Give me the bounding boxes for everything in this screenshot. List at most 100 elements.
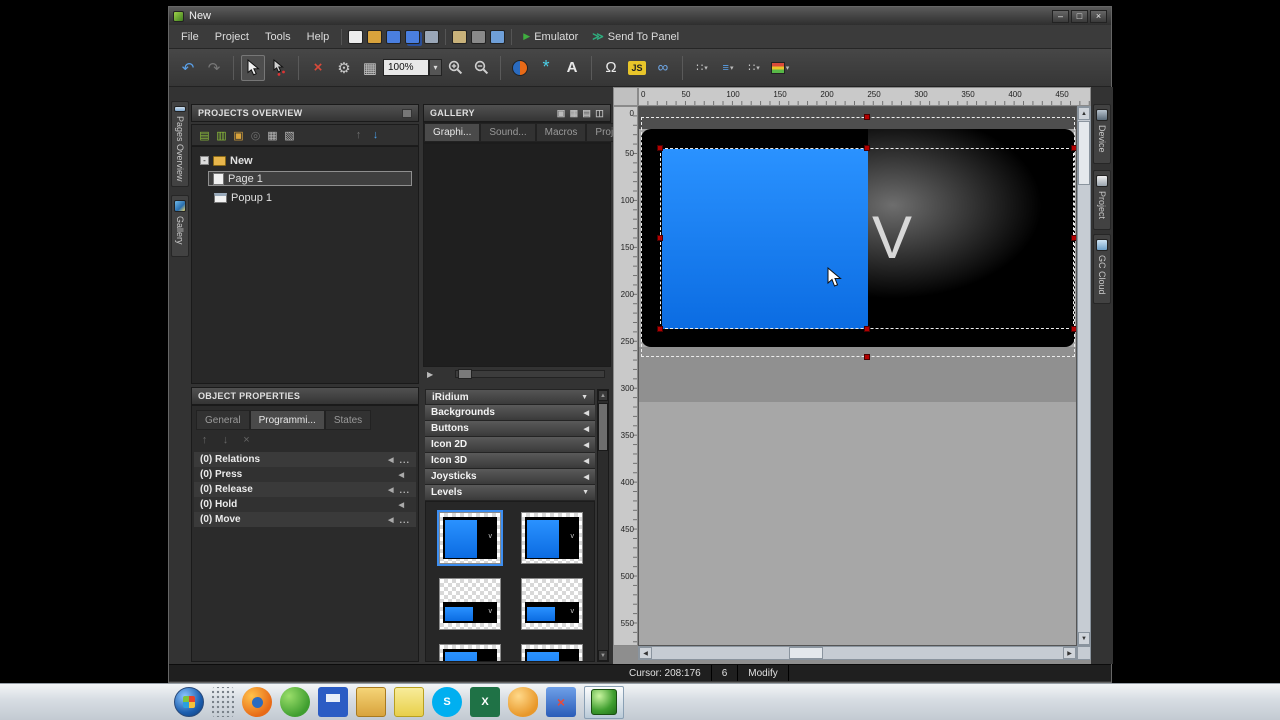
gallery-thumbnail[interactable]: v <box>521 512 583 564</box>
menu-tools[interactable]: Tools <box>257 28 299 46</box>
tab-sounds[interactable]: Sound... <box>480 123 535 142</box>
move-up-button[interactable]: ↑ <box>350 127 367 143</box>
move-down-button[interactable]: ↓ <box>367 127 384 143</box>
size-slider-track[interactable] <box>455 370 605 378</box>
property-row-relations[interactable]: (0) Relations ◀ ... <box>194 452 416 467</box>
scroll-up-arrow[interactable]: ▲ <box>1078 107 1090 120</box>
tab-macros[interactable]: Macros <box>536 123 587 142</box>
sticky-notes-icon[interactable] <box>394 687 424 717</box>
selection-handle[interactable] <box>657 326 663 332</box>
effects-icon[interactable]: * <box>534 55 558 81</box>
tree-node-project[interactable]: - New <box>200 153 253 168</box>
tree-node-popup[interactable]: Popup 1 <box>214 190 272 205</box>
file-manager-icon[interactable] <box>356 687 386 717</box>
tab-states[interactable]: States <box>325 410 371 430</box>
tab-graphics[interactable]: Graphi... <box>424 123 480 142</box>
scroll-left-arrow[interactable]: ◀ <box>639 647 652 659</box>
gallery-scrollbar[interactable]: ▲ ▼ <box>597 389 609 662</box>
save-as-icon[interactable] <box>424 30 439 44</box>
select-tool-button[interactable] <box>241 55 265 81</box>
zoom-combobox[interactable]: 100% <box>383 59 429 76</box>
scroll-up-arrow[interactable]: ▲ <box>598 390 608 401</box>
clear-button[interactable]: × <box>238 432 255 448</box>
tab-project[interactable]: Project <box>1093 170 1111 230</box>
grid-toggle-icon[interactable]: ▦ <box>358 55 382 81</box>
selection-handle[interactable] <box>657 145 663 151</box>
view-list-icon[interactable]: ▤ <box>582 108 591 119</box>
tab-gc-cloud[interactable]: GC Cloud <box>1093 234 1111 304</box>
save-icon[interactable] <box>386 30 401 44</box>
paste-icon[interactable] <box>471 30 486 44</box>
tab-general[interactable]: General <box>196 410 250 430</box>
select-objects-tool-button[interactable] <box>267 55 291 81</box>
excel-icon[interactable]: X <box>470 687 500 717</box>
zoom-caret[interactable]: ▾ <box>429 59 442 76</box>
size-slider-thumb[interactable] <box>458 369 472 379</box>
skype-icon[interactable]: S <box>432 687 462 717</box>
move-down-button[interactable]: ↓ <box>217 432 234 448</box>
move-up-button[interactable]: ↑ <box>196 432 213 448</box>
omega-scripts-icon[interactable]: Ω <box>599 55 623 81</box>
category-icon-2d[interactable]: Icon 2D ◀ <box>425 437 595 453</box>
design-viewport[interactable]: V <box>638 106 1077 646</box>
open-project-icon[interactable] <box>367 30 382 44</box>
gallery-thumbnail[interactable]: v <box>521 578 583 630</box>
emulator-button[interactable]: ▶ Emulator <box>516 29 585 45</box>
start-button[interactable] <box>174 687 204 717</box>
menu-help[interactable]: Help <box>299 28 338 46</box>
grid-options-button[interactable]: ∷▾ <box>690 55 714 81</box>
scroll-right-arrow[interactable]: ▶ <box>1063 647 1076 659</box>
view-large-icon[interactable]: ▣ <box>557 108 566 119</box>
expand-left-icon[interactable]: ◀ <box>388 486 393 494</box>
tree-node-page[interactable]: Page 1 <box>208 171 412 186</box>
send-to-panel-button[interactable]: ≫ Send To Panel <box>585 28 686 45</box>
property-row-release[interactable]: (0) Release ◀ ... <box>194 482 416 497</box>
scrollbar-thumb[interactable] <box>789 647 823 659</box>
distribute-options-button[interactable]: ∷▾ <box>742 55 766 81</box>
property-row-press[interactable]: (0) Press ◀ <box>194 467 416 482</box>
category-joysticks[interactable]: Joysticks ◀ <box>425 469 595 485</box>
tab-device[interactable]: Device <box>1093 104 1111 164</box>
copy-item-button[interactable]: ▦ <box>264 127 281 143</box>
js-editor-button[interactable]: JS <box>625 55 649 81</box>
text-tool-icon[interactable]: A <box>560 55 584 81</box>
add-page-button[interactable]: ▤ <box>196 127 213 143</box>
gallery-thumbnail[interactable] <box>521 644 583 662</box>
tab-programming[interactable]: Programmi... <box>250 410 325 430</box>
tab-gallery[interactable]: Gallery <box>171 195 189 257</box>
scroll-down-arrow[interactable]: ▼ <box>598 650 608 661</box>
clipboard-icon[interactable] <box>490 30 505 44</box>
play-icon[interactable]: ▶ <box>427 370 433 379</box>
property-row-move[interactable]: (0) Move ◀ ... <box>194 512 416 527</box>
category-backgrounds[interactable]: Backgrounds ◀ <box>425 405 595 421</box>
media-app-icon[interactable] <box>280 687 310 717</box>
more-button[interactable]: ... <box>399 515 410 525</box>
category-icon-3d[interactable]: Icon 3D ◀ <box>425 453 595 469</box>
minimize-button[interactable]: – <box>1052 10 1069 23</box>
selection-handle[interactable] <box>864 354 870 360</box>
ir-driver-icon[interactable] <box>508 55 532 81</box>
gallery-thumbnail[interactable]: v <box>439 512 501 564</box>
property-row-hold[interactable]: (0) Hold ◀ <box>194 497 416 512</box>
view-detail-icon[interactable]: ◫ <box>595 108 604 119</box>
save-all-icon[interactable] <box>405 30 420 44</box>
menu-file[interactable]: File <box>173 28 207 46</box>
menu-project[interactable]: Project <box>207 28 257 46</box>
panel-menu-icon[interactable] <box>402 109 412 118</box>
copy-icon[interactable] <box>452 30 467 44</box>
backup-app-icon[interactable] <box>318 687 348 717</box>
delete-item-button[interactable]: ◎ <box>247 127 264 143</box>
add-popup-button[interactable]: ▥ <box>213 127 230 143</box>
tab-pages-overview[interactable]: Pages Overview <box>171 101 189 187</box>
delete-button[interactable]: × <box>306 55 330 81</box>
redo-button[interactable]: ↷ <box>202 55 226 81</box>
selection-handle[interactable] <box>657 235 663 241</box>
new-project-icon[interactable] <box>348 30 363 44</box>
link-icon[interactable]: ∞ <box>651 55 675 81</box>
paste-item-button[interactable]: ▧ <box>281 127 298 143</box>
scroll-down-arrow[interactable]: ▼ <box>1078 632 1090 645</box>
undo-button[interactable]: ↶ <box>176 55 200 81</box>
expand-left-icon[interactable]: ◀ <box>399 501 404 509</box>
order-options-button[interactable]: ▾ <box>768 55 792 81</box>
add-folder-button[interactable]: ▣ <box>230 127 247 143</box>
